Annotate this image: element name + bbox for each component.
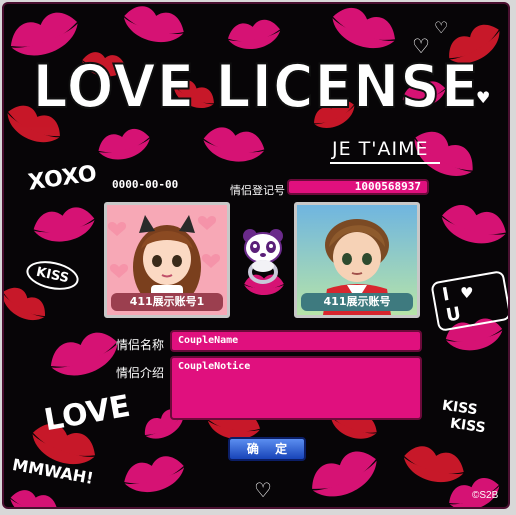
confirm-button[interactable]: 确 定 — [228, 437, 306, 461]
couple-name-field[interactable]: CoupleName — [170, 330, 422, 352]
kiss-print — [120, 452, 189, 499]
heart-outline-icon: ♡ — [434, 18, 449, 37]
license-date: 0000-00-00 — [112, 178, 179, 191]
partner-card-1: 411展示账号1 — [104, 202, 230, 318]
heart-icon: ♥ — [476, 88, 491, 107]
registration-number: 1000568937 — [287, 179, 429, 195]
couple-notice-field[interactable]: CoupleNotice — [170, 356, 422, 420]
partner-card-2: 411展示账号 — [294, 202, 420, 318]
kiss-print — [31, 204, 98, 247]
kiss-print — [326, 4, 401, 57]
kiss-print — [305, 444, 385, 507]
registration-label: 情侣登记号 — [230, 185, 285, 197]
kiss-print — [119, 4, 188, 49]
subtitle-underline — [330, 162, 440, 164]
couple-name-label: 情侣名称 — [116, 338, 165, 352]
kiss-print — [7, 486, 61, 507]
kiss-print — [437, 200, 508, 251]
window: LOVE LICENSE JE T'AIME XOXO KISS LOVE MM… — [0, 0, 516, 515]
heart-outline-icon: ♡ — [254, 478, 272, 502]
copyright-mark: ©S2B — [472, 490, 499, 501]
partner-1-account: 411展示账号1 — [111, 293, 223, 311]
kiss-print — [399, 442, 468, 489]
kiss-print — [225, 17, 283, 54]
kiss-print — [95, 125, 154, 166]
panda-mascot-icon — [243, 229, 283, 284]
love-license-panel: LOVE LICENSE JE T'AIME XOXO KISS LOVE MM… — [2, 2, 510, 509]
kiss-print — [4, 282, 51, 328]
partner-2-account: 411展示账号 — [301, 293, 413, 311]
kiss-print — [200, 124, 267, 167]
title-love-license: LOVE LICENSE — [32, 51, 480, 123]
subtitle-je-taime: JE T'AIME — [332, 138, 429, 160]
kiss-print — [45, 326, 124, 385]
heart-icon: ♥ — [460, 284, 474, 302]
couple-notice-label: 情侣介绍 — [116, 366, 165, 380]
heart-outline-icon: ♡ — [412, 34, 430, 58]
